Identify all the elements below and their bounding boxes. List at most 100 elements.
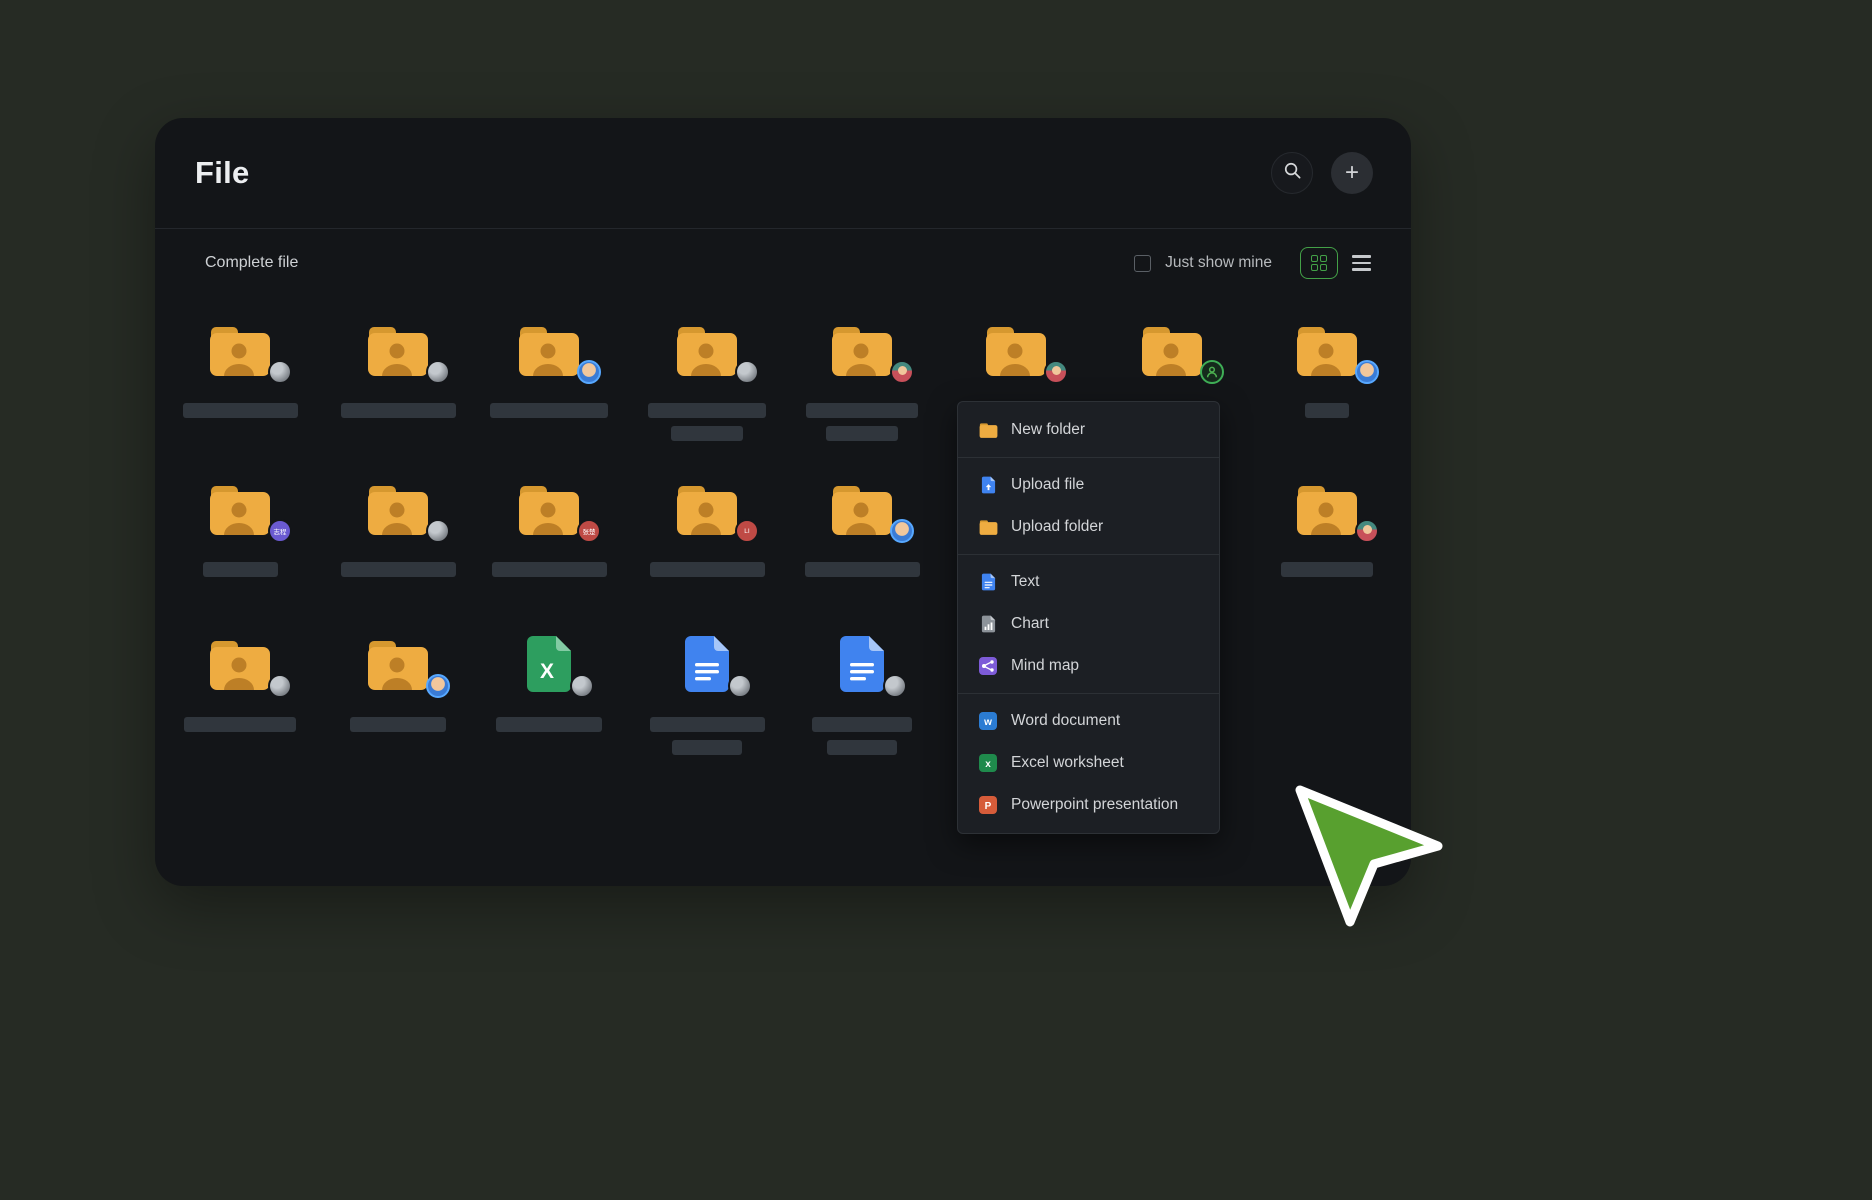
avatar-cat bbox=[735, 360, 759, 384]
file-app-window: File + Complete file Just show mine bbox=[155, 118, 1411, 886]
folder-icon bbox=[830, 321, 894, 379]
folder-icon bbox=[978, 422, 998, 439]
ppt-icon: P bbox=[978, 796, 998, 814]
svg-text:P: P bbox=[985, 801, 992, 812]
file-tile[interactable] bbox=[479, 321, 619, 418]
file-tile[interactable] bbox=[170, 321, 310, 418]
folder-icon bbox=[208, 635, 272, 693]
file-tile[interactable] bbox=[792, 321, 932, 441]
menu-item-upload-folder[interactable]: Upload folder bbox=[958, 506, 1219, 548]
folder-icon bbox=[1295, 321, 1359, 379]
avatar-cat bbox=[728, 674, 752, 698]
menu-item-label: Upload file bbox=[1011, 476, 1084, 494]
file-tile[interactable]: LI bbox=[637, 480, 777, 577]
file-name-placeholder bbox=[650, 717, 765, 732]
menu-item-new-folder[interactable]: New folder bbox=[958, 409, 1219, 451]
menu-divider bbox=[958, 457, 1219, 458]
folder-icon bbox=[366, 321, 430, 379]
file-name-placeholder bbox=[650, 562, 765, 577]
folder-icon bbox=[1140, 321, 1204, 379]
file-name-placeholder bbox=[805, 562, 920, 577]
avatar-cat bbox=[426, 360, 450, 384]
file-tile[interactable]: X bbox=[479, 635, 619, 732]
file-tile[interactable]: 志程 bbox=[170, 480, 310, 577]
avatar-share bbox=[1200, 360, 1224, 384]
folder-icon bbox=[208, 321, 272, 379]
word-icon: w bbox=[978, 712, 998, 730]
avatar-boy bbox=[577, 360, 601, 384]
menu-item-excel-worksheet[interactable]: xExcel worksheet bbox=[958, 742, 1219, 784]
avatar-purple: 志程 bbox=[268, 519, 292, 543]
file-name-placeholder bbox=[1305, 403, 1349, 418]
avatar-red: 张楚 bbox=[577, 519, 601, 543]
svg-text:X: X bbox=[540, 660, 554, 683]
file-name-placeholder bbox=[183, 403, 298, 418]
file-name-placeholder bbox=[648, 403, 766, 418]
file-name-placeholder bbox=[806, 403, 918, 418]
folder-icon: 志程 bbox=[208, 480, 272, 538]
desktop-background: { "window": { "title": "File" }, "toolba… bbox=[0, 0, 1872, 1200]
file-tile[interactable] bbox=[170, 635, 310, 732]
chart-icon bbox=[978, 615, 998, 633]
file-name-placeholder bbox=[1281, 562, 1373, 577]
avatar-red: LI bbox=[735, 519, 759, 543]
file-tile[interactable] bbox=[1102, 321, 1242, 379]
file-tile[interactable] bbox=[328, 635, 468, 732]
menu-item-label: Chart bbox=[1011, 615, 1049, 633]
menu-item-powerpoint-presentation[interactable]: P Powerpoint presentation bbox=[958, 784, 1219, 826]
folder-icon bbox=[984, 321, 1048, 379]
folder-icon: LI bbox=[675, 480, 739, 538]
file-tile[interactable] bbox=[1257, 321, 1397, 418]
file-name-placeholder bbox=[350, 717, 446, 732]
avatar-boy bbox=[1355, 360, 1379, 384]
menu-item-word-document[interactable]: w Word document bbox=[958, 700, 1219, 742]
mindmap-icon bbox=[978, 657, 998, 675]
file-name-placeholder bbox=[827, 740, 897, 755]
folder-icon bbox=[830, 480, 894, 538]
folder-icon bbox=[675, 321, 739, 379]
file-name-placeholder bbox=[672, 740, 742, 755]
avatar-cat bbox=[268, 360, 292, 384]
file-tile[interactable] bbox=[792, 480, 932, 577]
menu-item-label: Word document bbox=[1011, 712, 1120, 730]
file-name-placeholder bbox=[184, 717, 296, 732]
file-tile[interactable] bbox=[328, 321, 468, 418]
menu-item-label: Text bbox=[1011, 573, 1039, 591]
file-tile[interactable] bbox=[1257, 480, 1397, 577]
excel-icon: X bbox=[524, 635, 574, 693]
avatar-cat bbox=[570, 674, 594, 698]
file-name-placeholder bbox=[492, 562, 607, 577]
file-grid: 志程张楚LIX bbox=[155, 118, 1411, 886]
file-tile[interactable] bbox=[328, 480, 468, 577]
file-name-placeholder bbox=[490, 403, 608, 418]
folder-icon: 张楚 bbox=[517, 480, 581, 538]
avatar-girl bbox=[890, 360, 914, 384]
avatar-girl bbox=[1044, 360, 1068, 384]
avatar-boy bbox=[426, 674, 450, 698]
file-tile[interactable] bbox=[637, 321, 777, 441]
file-name-placeholder bbox=[812, 717, 912, 732]
menu-item-mind-map[interactable]: Mind map bbox=[958, 645, 1219, 687]
menu-item-label: Powerpoint presentation bbox=[1011, 796, 1178, 814]
file-tile[interactable] bbox=[637, 635, 777, 755]
menu-item-chart[interactable]: Chart bbox=[958, 603, 1219, 645]
text-icon bbox=[978, 573, 998, 591]
file-tile[interactable] bbox=[792, 635, 932, 755]
file-name-placeholder bbox=[341, 562, 456, 577]
avatar-cat bbox=[883, 674, 907, 698]
avatar-boy bbox=[890, 519, 914, 543]
file-name-placeholder bbox=[671, 426, 743, 441]
svg-text:x: x bbox=[985, 759, 991, 770]
menu-item-text[interactable]: Text bbox=[958, 561, 1219, 603]
folder-icon bbox=[517, 321, 581, 379]
menu-divider bbox=[958, 554, 1219, 555]
file-tile[interactable]: 张楚 bbox=[479, 480, 619, 577]
avatar-girl bbox=[1355, 519, 1379, 543]
menu-item-label: New folder bbox=[1011, 421, 1085, 439]
cursor-arrow bbox=[1288, 780, 1452, 937]
menu-item-upload-file[interactable]: Upload file bbox=[958, 464, 1219, 506]
folder-icon bbox=[366, 480, 430, 538]
file-tile[interactable] bbox=[946, 321, 1086, 379]
file-name-placeholder bbox=[826, 426, 898, 441]
file-name-placeholder bbox=[203, 562, 278, 577]
